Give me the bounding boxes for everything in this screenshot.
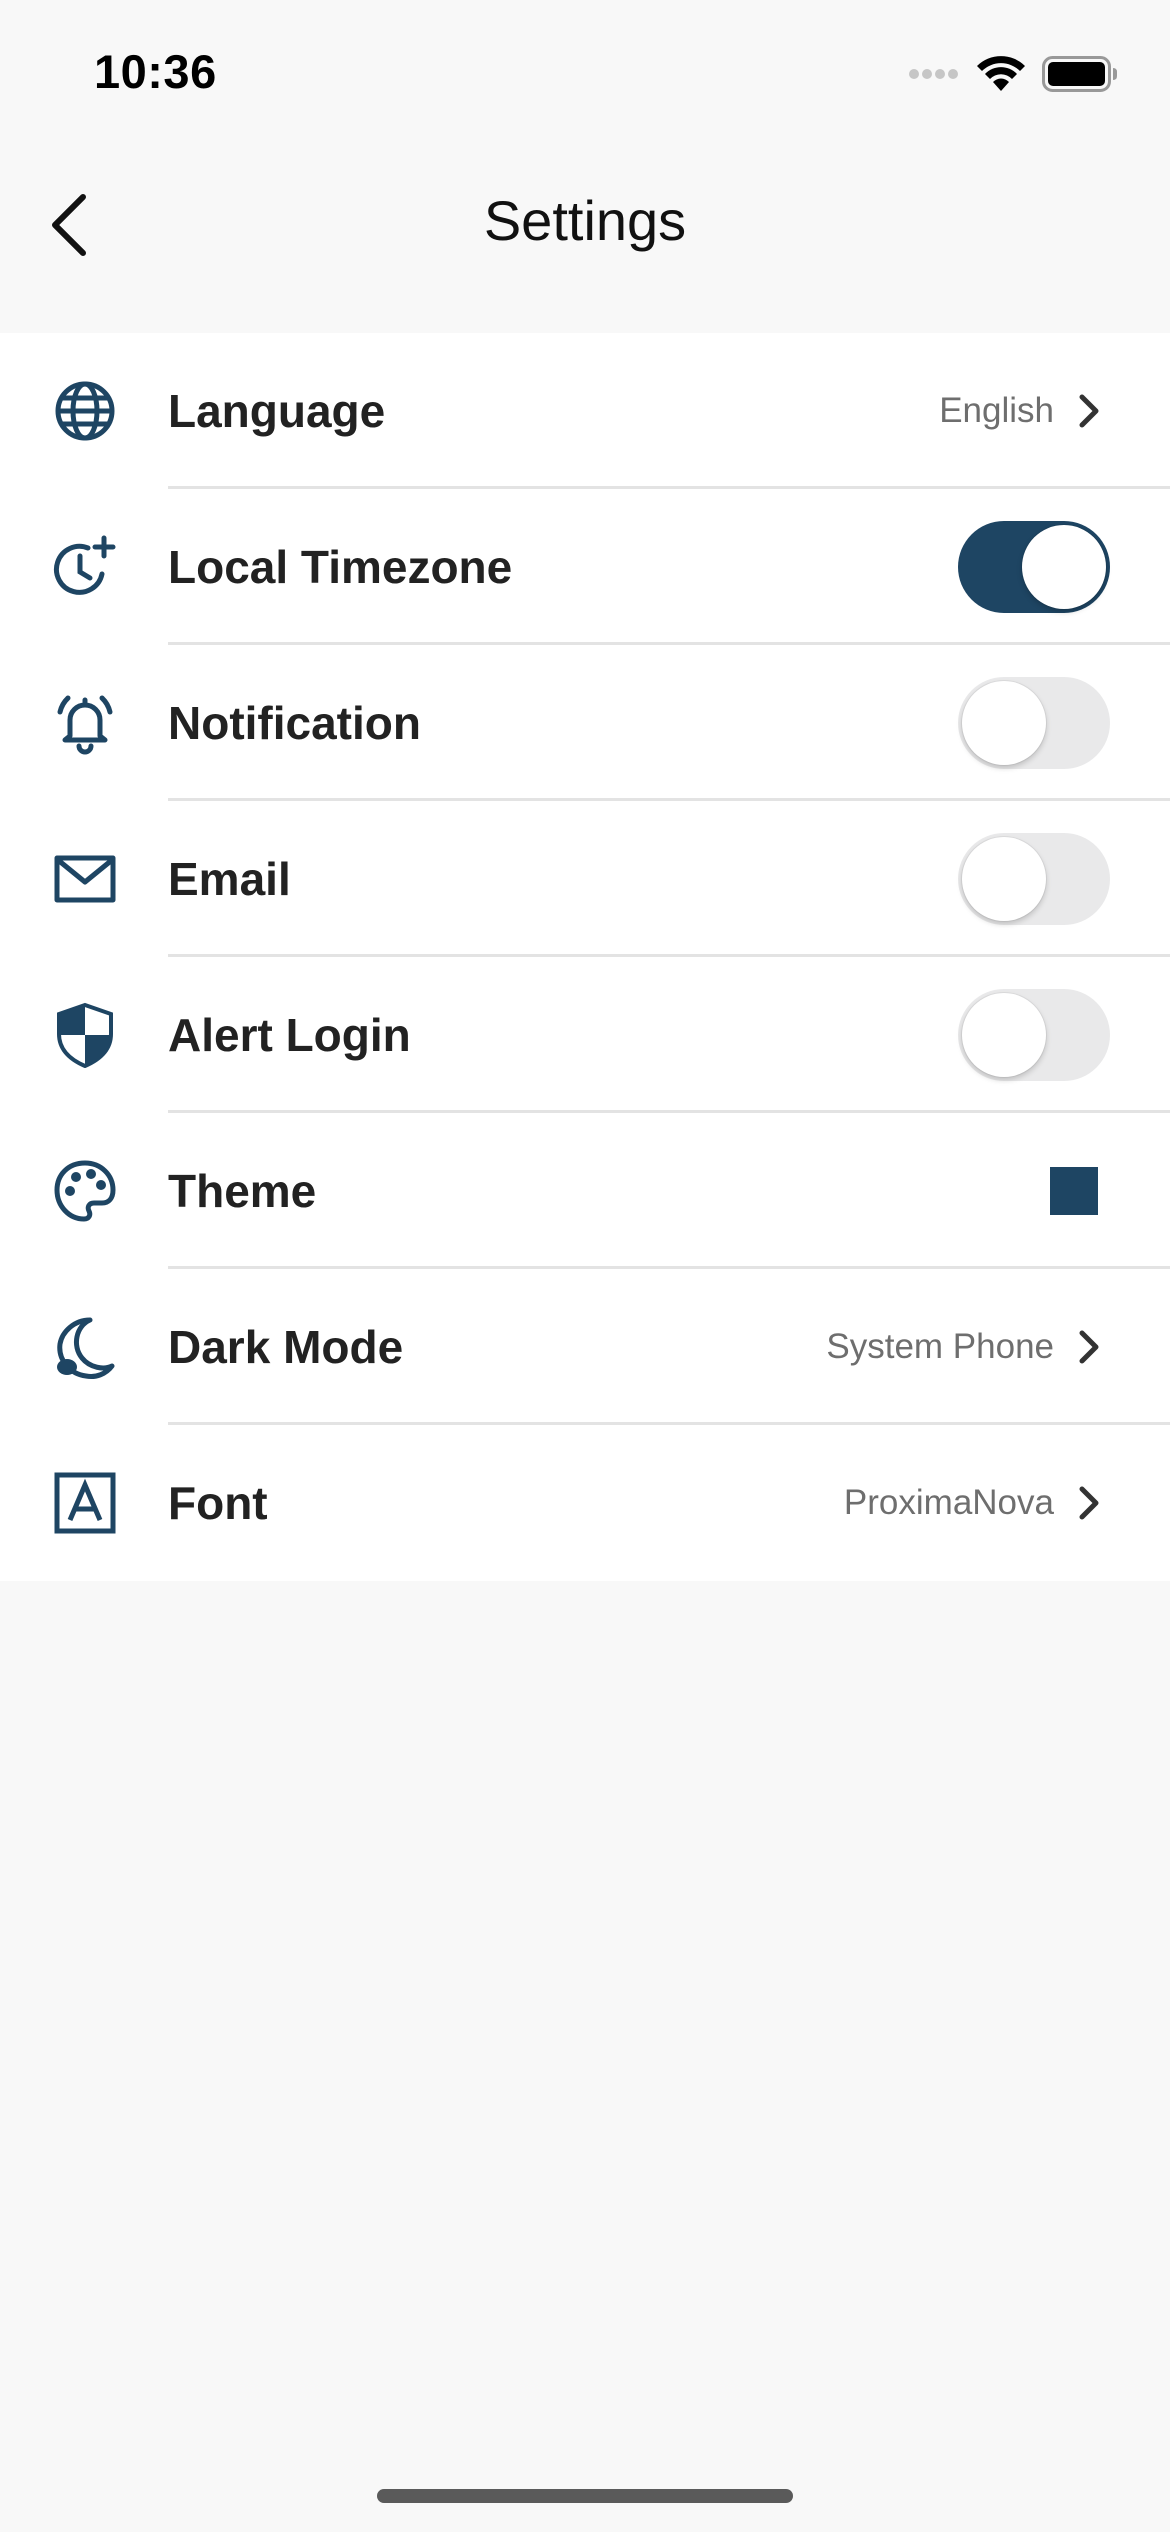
cellular-signal-icon <box>909 69 958 79</box>
setting-label-font: Font <box>168 1477 268 1529</box>
settings-list: Language English Local Timezone Notifica… <box>0 333 1170 1581</box>
setting-row-email: Email <box>0 801 1170 957</box>
setting-row-theme[interactable]: Theme <box>0 1113 1170 1269</box>
bell-ringing-icon <box>50 688 120 758</box>
setting-value-dark-mode: System Phone <box>826 1327 1054 1366</box>
setting-row-notification: Notification <box>0 645 1170 801</box>
envelope-icon <box>50 844 120 914</box>
setting-label-email: Email <box>168 853 291 905</box>
setting-row-local-timezone: Local Timezone <box>0 489 1170 645</box>
setting-value-language: English <box>939 391 1054 430</box>
moon-icon <box>50 1312 120 1382</box>
local-timezone-toggle[interactable] <box>958 521 1110 613</box>
globe-icon <box>50 376 120 446</box>
toggle-knob <box>1022 525 1106 609</box>
setting-label-notification: Notification <box>168 697 421 749</box>
setting-label-alert-login: Alert Login <box>168 1009 411 1061</box>
setting-label-dark-mode: Dark Mode <box>168 1321 404 1373</box>
chevron-right-icon <box>1079 1330 1099 1364</box>
setting-row-font[interactable]: Font ProximaNova <box>0 1425 1170 1581</box>
toggle-knob <box>962 837 1046 921</box>
email-toggle[interactable] <box>958 833 1110 925</box>
setting-value-wrap-dark-mode[interactable]: System Phone <box>826 1327 1100 1367</box>
palette-icon <box>50 1156 120 1226</box>
setting-row-alert-login: Alert Login <box>0 957 1170 1113</box>
clock-plus-icon <box>50 532 120 602</box>
setting-row-dark-mode[interactable]: Dark Mode System Phone <box>0 1269 1170 1425</box>
font-icon <box>50 1468 120 1538</box>
setting-value-wrap-font[interactable]: ProximaNova <box>844 1483 1100 1523</box>
setting-value-font: ProximaNova <box>843 1483 1054 1522</box>
setting-label-theme: Theme <box>168 1165 317 1217</box>
status-icons <box>908 52 1118 96</box>
setting-value-wrap-language[interactable]: English <box>939 391 1100 431</box>
notification-toggle[interactable] <box>958 677 1110 769</box>
setting-row-language[interactable]: Language English <box>0 333 1170 489</box>
status-time: 10:36 <box>94 45 217 98</box>
toggle-knob <box>962 993 1046 1077</box>
page-title: Settings <box>483 189 687 252</box>
chevron-right-icon <box>1079 1486 1099 1520</box>
setting-label-language: Language <box>168 385 386 437</box>
battery-icon <box>1042 56 1117 92</box>
shield-icon <box>50 1000 120 1070</box>
wifi-icon <box>977 56 1025 91</box>
home-indicator[interactable] <box>377 2489 793 2503</box>
alert-login-toggle[interactable] <box>958 989 1110 1081</box>
toggle-knob <box>962 681 1046 765</box>
nav-bar: Settings <box>0 160 1170 290</box>
theme-color-swatch[interactable] <box>1050 1167 1098 1215</box>
setting-label-local-timezone: Local Timezone <box>168 541 513 593</box>
status-bar: 10:36 <box>0 0 1170 140</box>
chevron-right-icon <box>1079 394 1099 428</box>
